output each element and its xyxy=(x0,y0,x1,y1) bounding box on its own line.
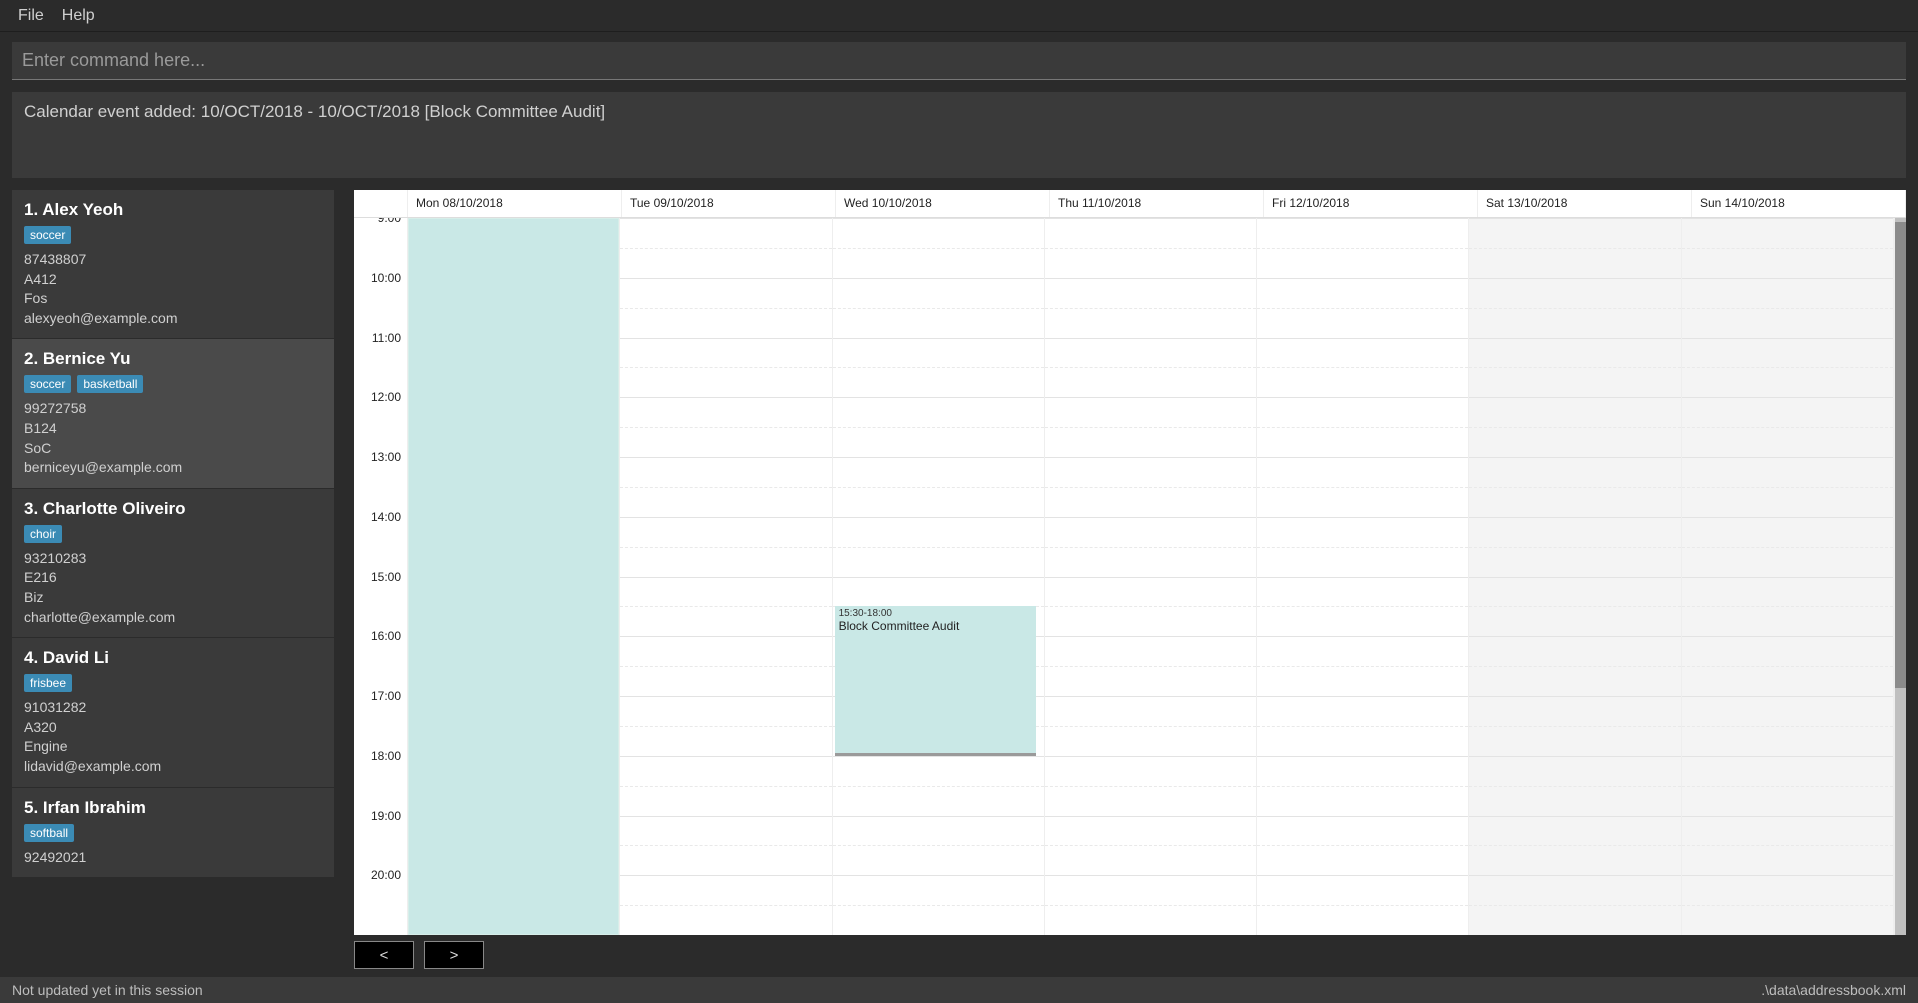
day-column[interactable]: 15:30-18:00Block Committee Audit xyxy=(833,218,1045,935)
time-label: 19:00 xyxy=(371,809,401,823)
person-name: 2. Bernice Yu xyxy=(24,349,322,369)
time-label: 9:00 xyxy=(378,218,401,225)
calendar-grid: Mon 08/10/2018Tue 09/10/2018Wed 10/10/20… xyxy=(354,190,1906,935)
person-tags: soccer xyxy=(24,226,322,244)
day-header: Wed 10/10/2018 xyxy=(836,190,1050,217)
person-phone: 92492021 xyxy=(24,848,322,868)
tag: basketball xyxy=(77,375,143,393)
menu-help[interactable]: Help xyxy=(62,7,95,25)
person-room: B124 xyxy=(24,419,322,439)
person-fac: Biz xyxy=(24,588,322,608)
next-week-button[interactable]: > xyxy=(424,941,484,969)
person-email: berniceyu@example.com xyxy=(24,458,322,478)
person-card[interactable]: 3. Charlotte Oliveiro choir 93210283E216Bi… xyxy=(12,489,334,638)
result-display: Calendar event added: 10/OCT/2018 - 10/O… xyxy=(12,92,1906,178)
person-name: 1. Alex Yeoh xyxy=(24,200,322,220)
time-label: 16:00 xyxy=(371,629,401,643)
person-tags: frisbee xyxy=(24,674,322,692)
time-label: 20:00 xyxy=(371,868,401,882)
menubar: File Help xyxy=(0,0,1918,32)
person-email: charlotte@example.com xyxy=(24,608,322,628)
calendar-body[interactable]: 9:00 10:00 11:00 12:00 13:00 14:00 15:00 16:00 1… xyxy=(354,218,1906,935)
person-name: 4. David Li xyxy=(24,648,322,668)
day-column[interactable] xyxy=(1469,218,1681,935)
day-column[interactable] xyxy=(1045,218,1257,935)
person-name: 3. Charlotte Oliveiro xyxy=(24,499,322,519)
day-header: Thu 11/10/2018 xyxy=(1050,190,1264,217)
person-card[interactable]: 4. David Li frisbee 91031282A320Enginelida… xyxy=(12,638,334,787)
time-label: 11:00 xyxy=(372,331,401,345)
person-tags: choir xyxy=(24,525,322,543)
person-phone: 93210283 xyxy=(24,549,322,569)
person-phone: 87438807 xyxy=(24,250,322,270)
tag: soccer xyxy=(24,226,71,244)
time-label: 13:00 xyxy=(371,450,401,464)
person-list[interactable]: 1. Alex Yeoh soccer 87438807A412Fosalexyeo… xyxy=(12,190,340,969)
person-room: A320 xyxy=(24,718,322,738)
person-card[interactable]: 2. Bernice Yu soccer basketball 99272758B12… xyxy=(12,339,334,488)
tag: softball xyxy=(24,824,74,842)
tag: soccer xyxy=(24,375,71,393)
calendar-scrollbar-thumb[interactable] xyxy=(1895,222,1906,688)
calendar-event[interactable]: 15:30-18:00Block Committee Audit xyxy=(835,606,1036,755)
time-label: 14:00 xyxy=(371,510,401,524)
person-email: lidavid@example.com xyxy=(24,757,322,777)
day-header: Sat 13/10/2018 xyxy=(1478,190,1692,217)
tag: frisbee xyxy=(24,674,72,692)
time-label: 17:00 xyxy=(371,689,401,703)
result-text: Calendar event added: 10/OCT/2018 - 10/O… xyxy=(24,102,605,121)
person-fac: Engine xyxy=(24,737,322,757)
person-email: alexyeoh@example.com xyxy=(24,309,322,329)
command-input[interactable] xyxy=(12,42,1906,80)
person-name: 5. Irfan Ibrahim xyxy=(24,798,322,818)
calendar-nav: < > xyxy=(354,935,1906,969)
status-bar: Not updated yet in this session .\data\a… xyxy=(0,977,1918,1003)
status-right: .\data\addressbook.xml xyxy=(1761,982,1906,998)
person-card[interactable]: 5. Irfan Ibrahim softball 92492021 xyxy=(12,788,334,879)
prev-week-button[interactable]: < xyxy=(354,941,414,969)
day-column[interactable] xyxy=(620,218,832,935)
time-col-head xyxy=(354,190,408,217)
person-fac: Fos xyxy=(24,289,322,309)
command-area xyxy=(0,32,1918,80)
day-header: Sun 14/10/2018 xyxy=(1692,190,1906,217)
day-header: Tue 09/10/2018 xyxy=(622,190,836,217)
person-card[interactable]: 1. Alex Yeoh soccer 87438807A412Fosalexyeo… xyxy=(12,190,334,339)
day-header: Fri 12/10/2018 xyxy=(1264,190,1478,217)
day-column[interactable] xyxy=(1682,218,1894,935)
status-left: Not updated yet in this session xyxy=(12,982,203,998)
person-room: A412 xyxy=(24,270,322,290)
person-list-wrap: 1. Alex Yeoh soccer 87438807A412Fosalexyeo… xyxy=(12,190,340,969)
time-label: 15:00 xyxy=(371,570,401,584)
person-room: E216 xyxy=(24,568,322,588)
calendar-header: Mon 08/10/2018Tue 09/10/2018Wed 10/10/20… xyxy=(354,190,1906,218)
menu-file[interactable]: File xyxy=(18,7,44,25)
event-title: Block Committee Audit xyxy=(839,619,1032,633)
time-col: 9:00 10:00 11:00 12:00 13:00 14:00 15:00 16:00 1… xyxy=(354,218,408,935)
day-column[interactable] xyxy=(1257,218,1469,935)
event-time: 15:30-18:00 xyxy=(839,608,1032,619)
person-phone: 91031282 xyxy=(24,698,322,718)
calendar-panel: Mon 08/10/2018Tue 09/10/2018Wed 10/10/20… xyxy=(354,190,1906,969)
day-header: Mon 08/10/2018 xyxy=(408,190,622,217)
main-panel: 1. Alex Yeoh soccer 87438807A412Fosalexyeo… xyxy=(12,190,1906,969)
person-fac: SoC xyxy=(24,439,322,459)
tag: choir xyxy=(24,525,62,543)
person-phone: 99272758 xyxy=(24,399,322,419)
days-grid: 15:30-18:00Block Committee Audit xyxy=(408,218,1894,935)
time-label: 10:00 xyxy=(371,271,401,285)
allday-block[interactable] xyxy=(408,218,619,935)
time-label: 12:00 xyxy=(371,390,401,404)
person-tags: soccer basketball xyxy=(24,375,322,393)
person-tags: softball xyxy=(24,824,322,842)
calendar-scrollbar[interactable] xyxy=(1894,218,1906,935)
time-label: 18:00 xyxy=(371,749,401,763)
day-column[interactable] xyxy=(408,218,620,935)
